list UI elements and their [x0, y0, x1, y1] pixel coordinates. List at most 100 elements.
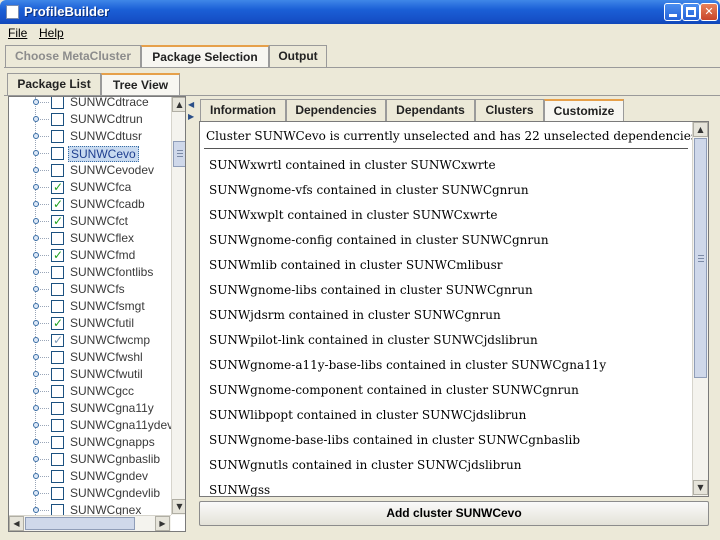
tree-item[interactable]: SUNWCgnbaslib	[9, 451, 171, 468]
split-right-icon[interactable]: ▶	[188, 112, 194, 121]
tab-dependencies[interactable]: Dependencies	[286, 99, 386, 121]
split-divider[interactable]: ◀ ▶	[187, 96, 196, 532]
tree-item-label[interactable]: SUNWCgndevlib	[68, 486, 162, 500]
close-button[interactable]: ✕	[700, 3, 718, 21]
menu-file[interactable]: File	[8, 26, 27, 40]
tree-item[interactable]: SUNWCdtrun	[9, 111, 171, 128]
tree-item-checkbox[interactable]	[51, 419, 64, 432]
tree-item-label[interactable]: SUNWCdtrace	[68, 97, 151, 109]
tree-item-checkbox[interactable]	[51, 487, 64, 500]
tree-item-label[interactable]: SUNWCflex	[68, 231, 136, 245]
tree-item-label[interactable]: SUNWCfsmgt	[68, 299, 147, 313]
minimize-button[interactable]	[664, 3, 682, 21]
tree-item-checkbox[interactable]	[51, 385, 64, 398]
tree-item[interactable]: SUNWCgnex	[9, 502, 171, 515]
tree-item-checkbox[interactable]	[51, 470, 64, 483]
tree-item-checkbox[interactable]	[51, 333, 64, 347]
tree-item-checkbox[interactable]	[51, 214, 64, 228]
tree-item-label[interactable]: SUNWCgnex	[68, 503, 143, 515]
tab-clusters[interactable]: Clusters	[475, 99, 544, 121]
tree-item-label[interactable]: SUNWCfca	[68, 180, 133, 194]
tree-item-label[interactable]: SUNWCfmd	[68, 248, 137, 262]
tree-item-checkbox[interactable]	[51, 180, 64, 194]
tree-item-checkbox[interactable]	[51, 453, 64, 466]
scroll-right-icon[interactable]: ▶	[155, 516, 170, 531]
tree-item[interactable]: SUNWCgndev	[9, 468, 171, 485]
tree-item-label[interactable]: SUNWCgcc	[68, 384, 136, 398]
scroll-thumb[interactable]	[173, 141, 185, 167]
maximize-button[interactable]	[682, 3, 700, 21]
tree-item[interactable]: SUNWCfct	[9, 213, 171, 230]
tab-dependants[interactable]: Dependants	[386, 99, 475, 121]
tree-item-checkbox[interactable]	[51, 97, 64, 109]
tree-item[interactable]: SUNWCdtusr	[9, 128, 171, 145]
tree-item-checkbox[interactable]	[51, 248, 64, 262]
tree-item[interactable]: SUNWCfcadb	[9, 196, 171, 213]
tree-item[interactable]: SUNWCgna11ydev	[9, 417, 171, 434]
tree-item[interactable]: SUNWCfsmgt	[9, 298, 171, 315]
tree-item[interactable]: SUNWCgnapps	[9, 434, 171, 451]
scroll-up-icon[interactable]: ▲	[172, 97, 185, 112]
tree-item[interactable]: SUNWCfwshl	[9, 349, 171, 366]
tree-item-checkbox[interactable]	[51, 402, 64, 415]
tab-customize[interactable]: Customize	[544, 99, 624, 121]
tree-item-label[interactable]: SUNWCfwcmp	[68, 333, 152, 347]
tree-item-checkbox[interactable]	[51, 436, 64, 449]
tree-item[interactable]: SUNWCfwutil	[9, 366, 171, 383]
tree-item-label[interactable]: SUNWCgndev	[68, 469, 150, 483]
tree-item-checkbox[interactable]	[51, 147, 64, 160]
tree-item-label[interactable]: SUNWCgnapps	[68, 435, 157, 449]
tree-item-checkbox[interactable]	[51, 130, 64, 143]
tree-item-checkbox[interactable]	[51, 316, 64, 330]
tree-item[interactable]: SUNWCfwcmp	[9, 332, 171, 349]
tree-item[interactable]: SUNWCflex	[9, 230, 171, 247]
scroll-left-icon[interactable]: ◀	[9, 516, 24, 531]
menu-help[interactable]: Help	[39, 26, 64, 40]
tree-item-checkbox[interactable]	[51, 504, 64, 515]
tree-item-label[interactable]: SUNWCgnbaslib	[68, 452, 162, 466]
tree-item-checkbox[interactable]	[51, 300, 64, 313]
tree-item-checkbox[interactable]	[51, 266, 64, 279]
tree-item-checkbox[interactable]	[51, 283, 64, 296]
tab-package-selection[interactable]: Package Selection	[141, 45, 269, 67]
tree-item-label[interactable]: SUNWCfct	[68, 214, 130, 228]
tree-item-label[interactable]: SUNWCfs	[68, 282, 127, 296]
tree-item[interactable]: SUNWCfca	[9, 179, 171, 196]
tree-item-label[interactable]: SUNWCdtusr	[68, 129, 144, 143]
tree-item-checkbox[interactable]	[51, 164, 64, 177]
tree-item[interactable]: SUNWCfutil	[9, 315, 171, 332]
tree-item[interactable]: SUNWCgna11y	[9, 400, 171, 417]
tree-item[interactable]: SUNWCevo	[9, 145, 171, 162]
add-cluster-button[interactable]: Add cluster SUNWCevo	[199, 501, 709, 526]
hscroll-thumb[interactable]	[25, 517, 135, 530]
tree-item-label[interactable]: SUNWCdtrun	[68, 112, 145, 126]
tree-item-label[interactable]: SUNWCfutil	[68, 316, 136, 330]
tree-item[interactable]: SUNWCgndevlib	[9, 485, 171, 502]
tab-information[interactable]: Information	[200, 99, 286, 121]
tree-vertical-scrollbar[interactable]: ▲ ▼	[171, 97, 185, 515]
content-scroll-thumb[interactable]	[694, 138, 707, 378]
content-vertical-scrollbar[interactable]: ▲ ▼	[692, 122, 708, 496]
tree-item[interactable]: SUNWCfs	[9, 281, 171, 298]
tab-package-list[interactable]: Package List	[7, 73, 101, 95]
tree-item-label[interactable]: SUNWCgna11ydev	[68, 418, 171, 432]
tree-item-label[interactable]: SUNWCevodev	[68, 163, 156, 177]
tree-horizontal-scrollbar[interactable]: ◀ ▶	[9, 515, 171, 531]
tree-item-label[interactable]: SUNWCgna11y	[68, 401, 156, 415]
tab-tree-view[interactable]: Tree View	[101, 73, 180, 95]
tree-item-checkbox[interactable]	[51, 113, 64, 126]
tab-output[interactable]: Output	[269, 45, 327, 67]
scroll-down-icon[interactable]: ▼	[172, 499, 185, 514]
tree-item[interactable]: SUNWCfontlibs	[9, 264, 171, 281]
tree-item-checkbox[interactable]	[51, 232, 64, 245]
content-scroll-up-icon[interactable]: ▲	[693, 122, 708, 137]
tree-item[interactable]: SUNWCevodev	[9, 162, 171, 179]
split-left-icon[interactable]: ◀	[188, 100, 194, 109]
tree-item-checkbox[interactable]	[51, 351, 64, 364]
tree-item[interactable]: SUNWCgcc	[9, 383, 171, 400]
content-scroll-down-icon[interactable]: ▼	[693, 480, 708, 495]
tree-item[interactable]: SUNWCdtrace	[9, 97, 171, 111]
tree-item-label[interactable]: SUNWCfwshl	[68, 350, 145, 364]
tree-item-label[interactable]: SUNWCfcadb	[68, 197, 147, 211]
tree-item-label[interactable]: SUNWCfontlibs	[68, 265, 155, 279]
